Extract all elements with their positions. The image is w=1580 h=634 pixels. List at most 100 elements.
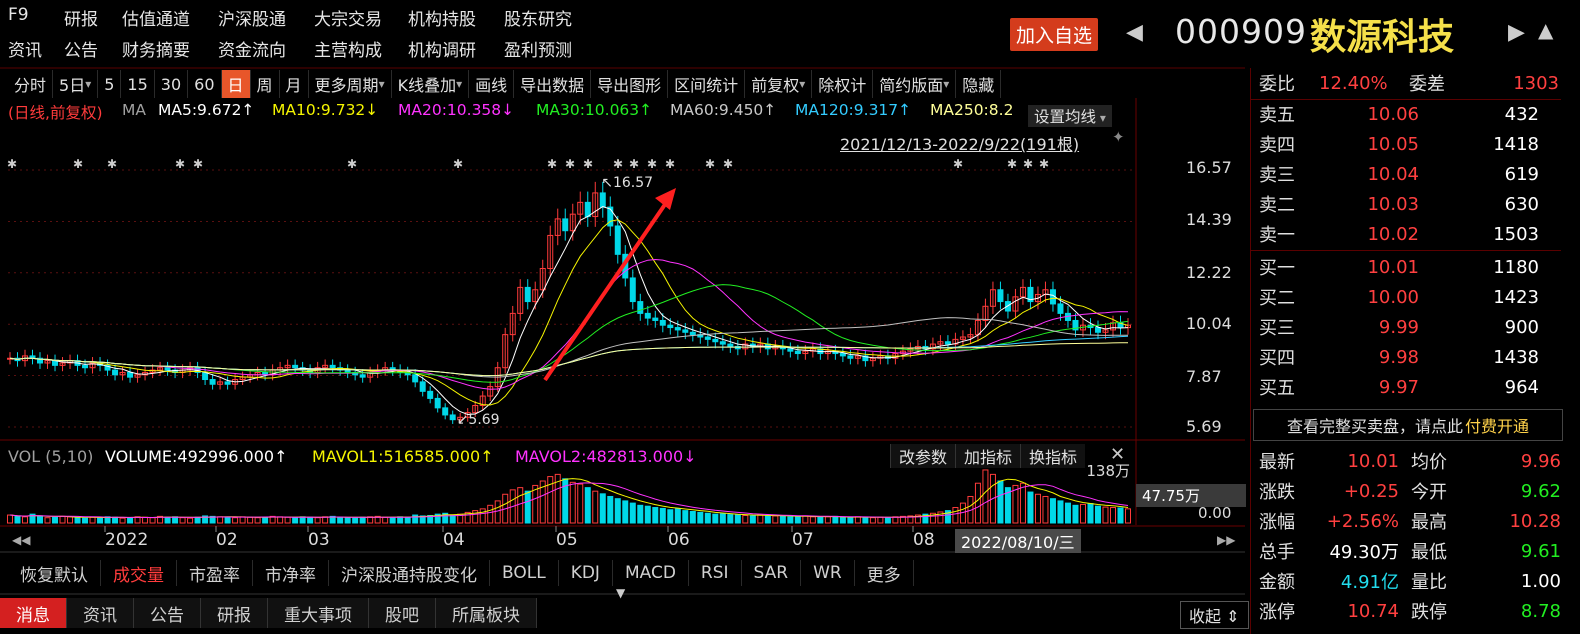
volume-bar <box>277 516 284 524</box>
indicator-tab-7[interactable]: MACD <box>613 560 689 586</box>
quote-value-2: 9.62 <box>1520 480 1561 502</box>
notice-link[interactable]: 付费开通 <box>1465 413 1529 437</box>
volume-bar <box>524 490 531 524</box>
event-marker[interactable]: ✱ <box>453 157 463 171</box>
volume-bar <box>307 516 314 524</box>
volume-bar <box>982 469 989 524</box>
sell-row-1-label: 卖四 <box>1259 135 1295 156</box>
full-orderbook-notice[interactable]: 查看完整买卖盘，请点此 付费开通 <box>1253 409 1563 441</box>
buy-row-2: 买三 9.99 900 <box>1259 312 1569 342</box>
event-marker[interactable]: ✱ <box>107 157 117 171</box>
bottom-tab-4[interactable]: 重大事项 <box>268 598 369 628</box>
indicator-tab-3[interactable]: 市净率 <box>253 560 329 586</box>
vol-button-2[interactable]: 换指标 <box>1020 444 1086 468</box>
event-marker[interactable]: ✱ <box>347 157 357 171</box>
quote-row-3: 总手 49.30万 最低 9.61 <box>1259 536 1569 566</box>
event-marker[interactable]: ✱ <box>7 157 17 171</box>
candle-body <box>584 201 591 218</box>
volume-bar <box>997 480 1004 524</box>
volume-bar <box>254 517 261 524</box>
event-marker[interactable]: ✱ <box>1023 157 1033 171</box>
volume-bar <box>344 517 351 524</box>
volume-bar <box>44 517 51 524</box>
event-marker[interactable]: ✱ <box>547 157 557 171</box>
splitter-handle[interactable]: ▼ <box>616 586 625 600</box>
vol-button-1[interactable]: 加指标 <box>955 444 1021 468</box>
volume-bar <box>284 516 291 524</box>
volume-bar <box>299 516 306 524</box>
event-marker[interactable]: ✱ <box>1007 157 1017 171</box>
event-marker[interactable]: ✱ <box>175 157 185 171</box>
volume-bar <box>179 517 186 524</box>
buy-row-1-price: 10.00 <box>1367 286 1419 308</box>
volume-bar <box>847 517 854 524</box>
volume-bar <box>59 515 66 524</box>
volume-bar <box>1049 498 1056 524</box>
volume-bar <box>404 516 411 524</box>
bottom-tab-5[interactable]: 股吧 <box>369 598 436 628</box>
bottom-tab-1[interactable]: 资讯 <box>67 598 134 628</box>
kline-chart[interactable]: ↖16.57 ↙5.69 ✱ ✱ ✱ ✱ ✱ ✱ ✱ ✱ ✱ ✱ ✱ ✱ ✱ ✱ ✱ ✱ ✱ ✱ ✱ ✱ <box>0 0 1245 600</box>
bottom-tab-3[interactable]: 研报 <box>201 598 268 628</box>
sell-row-3: 卖二 10.03 630 <box>1259 189 1569 219</box>
event-marker[interactable]: ✱ <box>647 157 657 171</box>
quote-label-2: 今开 <box>1411 482 1447 503</box>
candle-body <box>944 341 951 345</box>
volume-bar <box>89 516 96 524</box>
volume-bar <box>1102 506 1109 524</box>
volume-bar <box>1042 495 1049 524</box>
volume-bar <box>644 505 651 524</box>
indicator-tab-1[interactable]: 成交量 <box>101 560 177 586</box>
indicator-tab-10[interactable]: WR <box>801 560 855 586</box>
candle-body <box>164 367 171 371</box>
volume-bar <box>22 516 29 524</box>
volume-bar <box>974 482 981 524</box>
indicator-tab-4[interactable]: 沪深股通持股变化 <box>329 560 490 586</box>
event-marker[interactable]: ✱ <box>1039 157 1049 171</box>
indicator-tab-2[interactable]: 市盈率 <box>177 560 253 586</box>
event-marker[interactable]: ✱ <box>953 157 963 171</box>
volume-bar <box>397 516 404 524</box>
webi-row: 委比 12.40% 委差 1303 <box>1259 68 1569 98</box>
next-stock-icon[interactable]: ▶ <box>1508 20 1525 45</box>
volume-bar <box>1027 491 1034 524</box>
quote-label: 总手 <box>1259 542 1295 563</box>
scroll-left-icon[interactable]: ◀◀ <box>12 533 30 547</box>
event-marker[interactable]: ✱ <box>629 157 639 171</box>
stock-name: 数源科技 <box>1310 17 1455 58</box>
indicator-tab-11[interactable]: 更多 <box>855 560 914 586</box>
volume-bar <box>112 516 119 524</box>
indicator-tab-9[interactable]: SAR <box>742 560 802 586</box>
indicator-tab-8[interactable]: RSI <box>689 560 742 586</box>
bottom-tab-0[interactable]: 消息 <box>0 598 67 628</box>
event-marker[interactable]: ✱ <box>665 157 675 171</box>
wecha-value: 1303 <box>1513 72 1559 94</box>
bottom-tab-6[interactable]: 所属板块 <box>436 598 537 628</box>
volume-bar <box>629 502 636 524</box>
quote-label: 涨跌 <box>1259 482 1295 503</box>
scroll-right-icon[interactable]: ▶▶ <box>1217 533 1235 547</box>
collapse-button[interactable]: 收起 ⇕ <box>1180 601 1249 629</box>
sell-row-1: 卖四 10.05 1418 <box>1259 129 1569 159</box>
event-marker[interactable]: ✱ <box>705 157 715 171</box>
event-marker[interactable]: ✱ <box>73 157 83 171</box>
vol-button-0[interactable]: 改参数 <box>890 444 956 468</box>
indicator-tab-6[interactable]: KDJ <box>559 560 613 586</box>
volume-bar <box>877 516 884 524</box>
event-marker[interactable]: ✱ <box>723 157 733 171</box>
buy-row-0: 买一 10.01 1180 <box>1259 252 1569 282</box>
buy-row-4: 买五 9.97 964 <box>1259 372 1569 402</box>
bell-icon[interactable]: ▲ <box>1538 18 1553 42</box>
mavol1-value: MAVOL1:516585.000↑ <box>312 447 494 466</box>
x-label: 02 <box>216 530 238 550</box>
event-marker[interactable]: ✱ <box>193 157 203 171</box>
bottom-tab-2[interactable]: 公告 <box>134 598 201 628</box>
sell-row-1-price: 10.05 <box>1367 133 1419 155</box>
indicator-tab-0[interactable]: 恢复默认 <box>8 560 101 586</box>
event-marker[interactable]: ✱ <box>613 157 623 171</box>
event-marker[interactable]: ✱ <box>583 157 593 171</box>
volume-bar <box>697 511 704 524</box>
event-marker[interactable]: ✱ <box>565 157 575 171</box>
candle-body <box>329 364 336 369</box>
indicator-tab-5[interactable]: BOLL <box>490 560 559 586</box>
